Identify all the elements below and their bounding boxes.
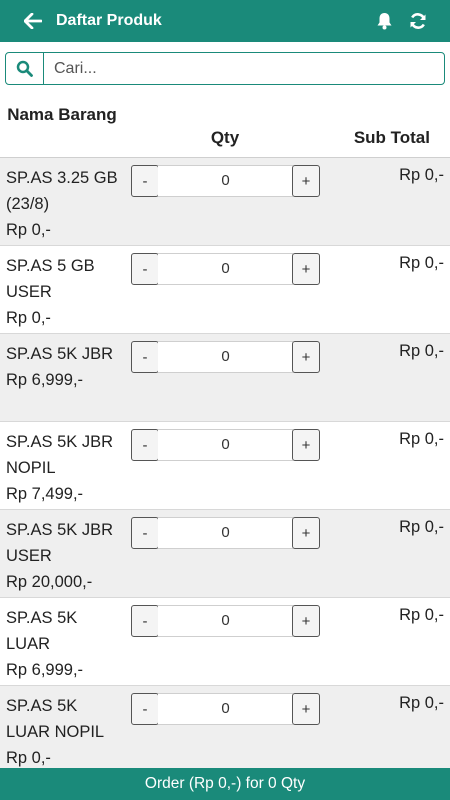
product-name-cell: SP.AS 3.25 GB (23/8) Rp 0,-: [6, 165, 124, 243]
quantity-input[interactable]: 0: [158, 429, 293, 461]
product-row: SP.AS 5 GB USER Rp 0,- - 0 + Rp 0,-: [0, 246, 450, 334]
subtotal-value: Rp 0,-: [399, 342, 444, 360]
product-row: SP.AS 3.25 GB (23/8) Rp 0,- - 0 + Rp 0,-: [0, 158, 450, 246]
product-price: Rp 20,000,-: [6, 573, 93, 591]
search-input[interactable]: [44, 53, 444, 84]
product-price: Rp 0,-: [6, 221, 51, 239]
quantity-stepper: - 0 +: [131, 429, 320, 461]
increase-button[interactable]: +: [292, 429, 320, 461]
product-row: SP.AS 5K LUAR Rp 6,999,- - 0 + Rp 0,-: [0, 598, 450, 686]
product-row: SP.AS 5K JBR NOPIL Rp 7,499,- - 0 + Rp 0…: [0, 422, 450, 510]
quantity-input[interactable]: 0: [158, 165, 293, 197]
increase-button[interactable]: +: [292, 341, 320, 373]
increase-button[interactable]: +: [292, 517, 320, 549]
search-box: [5, 52, 445, 85]
refresh-icon: [410, 13, 426, 29]
decrease-button[interactable]: -: [131, 165, 159, 197]
quantity-input[interactable]: 0: [158, 253, 293, 285]
decrease-button[interactable]: -: [131, 429, 159, 461]
product-row: SP.AS 5K JBR USER Rp 20,000,- - 0 + Rp 0…: [0, 510, 450, 598]
decrease-button[interactable]: -: [131, 517, 159, 549]
back-button[interactable]: [22, 10, 44, 32]
product-name: SP.AS 3.25 GB (23/8): [6, 169, 118, 213]
quantity-input[interactable]: 0: [158, 341, 293, 373]
column-header-qty: Qty: [210, 128, 240, 147]
product-name-cell: SP.AS 5K JBR USER Rp 20,000,-: [6, 517, 124, 595]
subtotal-value: Rp 0,-: [399, 254, 444, 272]
product-name: SP.AS 5K LUAR: [6, 609, 78, 653]
search-icon: [16, 60, 33, 77]
product-name: SP.AS 5K LUAR NOPIL: [6, 697, 105, 741]
subtotal-value: Rp 0,-: [399, 518, 444, 536]
product-price: Rp 0,-: [6, 309, 51, 327]
quantity-input[interactable]: 0: [158, 605, 293, 637]
subtotal-value: Rp 0,-: [399, 606, 444, 624]
product-name: SP.AS 5K JBR: [6, 345, 114, 363]
quantity-stepper: - 0 +: [131, 341, 320, 373]
quantity-stepper: - 0 +: [131, 253, 320, 285]
product-name-cell: SP.AS 5K LUAR NOPIL Rp 0,-: [6, 693, 124, 771]
product-row: SP.AS 5K LUAR NOPIL Rp 0,- - 0 + Rp 0,-: [0, 686, 450, 774]
product-name-cell: SP.AS 5K JBR Rp 6,999,-: [6, 341, 124, 393]
refresh-button[interactable]: [408, 11, 428, 31]
product-price: Rp 7,499,-: [6, 485, 84, 503]
arrow-left-icon: [24, 13, 42, 29]
product-name-cell: SP.AS 5K LUAR Rp 6,999,-: [6, 605, 124, 683]
search-button[interactable]: [6, 53, 44, 84]
decrease-button[interactable]: -: [131, 693, 159, 725]
increase-button[interactable]: +: [292, 165, 320, 197]
quantity-stepper: - 0 +: [131, 165, 320, 197]
product-price: Rp 6,999,-: [6, 661, 84, 679]
product-list: SP.AS 3.25 GB (23/8) Rp 0,- - 0 + Rp 0,-…: [0, 158, 450, 774]
decrease-button[interactable]: -: [131, 605, 159, 637]
increase-button[interactable]: +: [292, 253, 320, 285]
quantity-stepper: - 0 +: [131, 693, 320, 725]
decrease-button[interactable]: -: [131, 253, 159, 285]
column-header-name: Nama Barang: [7, 105, 117, 124]
notification-button[interactable]: [374, 11, 394, 31]
subtotal-value: Rp 0,-: [399, 694, 444, 712]
column-header-subtotal: Sub Total: [353, 128, 430, 147]
quantity-stepper: - 0 +: [131, 605, 320, 637]
product-price: Rp 0,-: [6, 749, 51, 767]
order-button[interactable]: Order (Rp 0,-) for 0 Qty: [0, 768, 450, 800]
subtotal-value: Rp 0,-: [399, 166, 444, 184]
product-name: SP.AS 5 GB USER: [6, 257, 95, 301]
decrease-button[interactable]: -: [131, 341, 159, 373]
product-name-cell: SP.AS 5K JBR NOPIL Rp 7,499,-: [6, 429, 124, 507]
product-name-cell: SP.AS 5 GB USER Rp 0,-: [6, 253, 124, 331]
page-title: Daftar Produk: [56, 12, 162, 29]
product-price: Rp 6,999,-: [6, 371, 84, 389]
product-name: SP.AS 5K JBR USER: [6, 521, 114, 565]
increase-button[interactable]: +: [292, 693, 320, 725]
subtotal-value: Rp 0,-: [399, 430, 444, 448]
quantity-input[interactable]: 0: [158, 693, 293, 725]
bell-icon: [377, 13, 391, 30]
app-bar: Daftar Produk: [0, 0, 450, 42]
quantity-stepper: - 0 +: [131, 517, 320, 549]
quantity-input[interactable]: 0: [158, 517, 293, 549]
table-header: Nama Barang Qty Sub Total: [0, 96, 450, 158]
product-row: SP.AS 5K JBR Rp 6,999,- - 0 + Rp 0,-: [0, 334, 450, 422]
product-name: SP.AS 5K JBR NOPIL: [6, 433, 114, 477]
increase-button[interactable]: +: [292, 605, 320, 637]
